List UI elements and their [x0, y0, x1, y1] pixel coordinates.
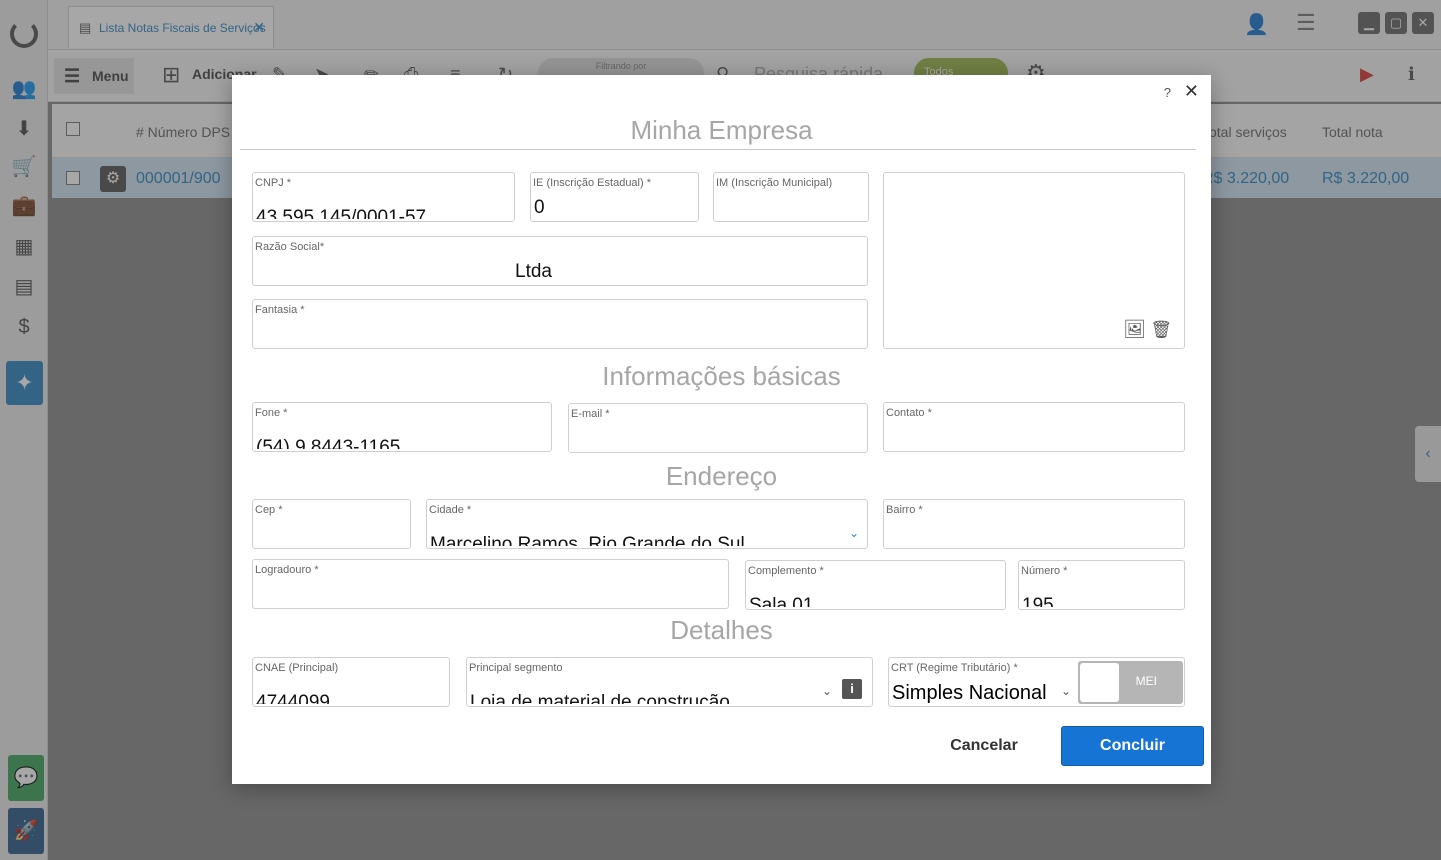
toggle-knob — [1080, 663, 1119, 702]
fantasia-label: Fantasia * — [255, 304, 305, 316]
cep-field[interactable]: Cep * — [252, 499, 411, 549]
crt-label: CRT (Regime Tributário) * — [891, 662, 1018, 674]
fone-field[interactable]: Fone * (54) 9 8443-1165 — [252, 402, 552, 452]
trash-icon[interactable]: 🗑 — [1150, 320, 1172, 340]
logradouro-label: Logradouro * — [255, 564, 319, 576]
crt-value: Simples Nacional — [892, 682, 1047, 704]
cnpj-label: CNPJ * — [255, 177, 292, 189]
crt-select[interactable]: CRT (Regime Tributário) * Simples Nacion… — [888, 657, 1185, 707]
numero-field[interactable]: Número * 195 — [1018, 560, 1185, 610]
segmento-label: Principal segmento — [469, 662, 563, 674]
cnpj-field[interactable]: CNPJ * 43.595.145/0001-57 — [252, 172, 515, 222]
numero-label: Número * — [1021, 565, 1068, 577]
segmento-value: Loja de material de construção — [470, 692, 730, 704]
bairro-label: Bairro * — [886, 504, 923, 516]
bairro-field[interactable]: Bairro * — [883, 499, 1185, 549]
email-field[interactable]: E-mail * — [568, 403, 868, 453]
logo-upload-area[interactable]: 🖼 🗑 — [883, 172, 1185, 349]
chevron-down-icon[interactable]: ⌄ — [822, 684, 832, 698]
cancel-button[interactable]: Cancelar — [932, 734, 1036, 758]
cnae-label: CNAE (Principal) — [255, 662, 339, 674]
ie-field[interactable]: IE (Inscrição Estadual) * 0 — [530, 172, 699, 222]
cidade-value: Marcelino Ramos, Rio Grande do Sul — [430, 534, 745, 546]
image-upload-icon[interactable]: 🖼 — [1123, 319, 1146, 340]
contato-field[interactable]: Contato * — [883, 402, 1185, 452]
chevron-down-icon[interactable]: ⌄ — [849, 526, 859, 540]
cnae-field[interactable]: CNAE (Principal) 4744099 — [252, 657, 450, 707]
fone-label: Fone * — [255, 407, 288, 419]
title-divider — [240, 149, 1196, 150]
info-icon[interactable]: i — [842, 679, 862, 699]
ie-value: 0 — [534, 197, 545, 218]
help-button[interactable]: ? — [1164, 85, 1171, 100]
complemento-label: Complemento * — [748, 565, 824, 577]
section-title-basicas: Informações básicas — [602, 361, 841, 391]
email-label: E-mail * — [571, 408, 610, 420]
cidade-label: Cidade * — [429, 504, 472, 516]
segmento-select[interactable]: Principal segmento Loja de material de c… — [466, 657, 873, 707]
complemento-value: Sala 01 — [749, 595, 814, 607]
complemento-field[interactable]: Complemento * Sala 01 — [745, 560, 1006, 610]
mei-toggle[interactable]: MEI — [1078, 661, 1183, 704]
im-label: IM (Inscrição Municipal) — [716, 177, 833, 189]
razao-value: Ltda — [515, 261, 552, 282]
section-title-endereco: Endereço — [665, 461, 778, 491]
numero-value: 195 — [1022, 595, 1054, 607]
razao-label: Razão Social* — [255, 241, 325, 253]
contato-label: Contato * — [886, 407, 932, 419]
section-title-detalhes: Detalhes — [670, 615, 773, 645]
cidade-select[interactable]: Cidade * Marcelino Ramos, Rio Grande do … — [426, 499, 868, 549]
logradouro-field[interactable]: Logradouro * — [252, 559, 729, 609]
mei-label: MEI — [1135, 674, 1157, 688]
cnpj-value: 43.595.145/0001-57 — [256, 207, 427, 219]
fantasia-field[interactable]: Fantasia * — [252, 299, 868, 349]
chevron-down-icon[interactable]: ⌄ — [1061, 684, 1071, 698]
im-field[interactable]: IM (Inscrição Municipal) — [713, 172, 869, 222]
ie-label: IE (Inscrição Estadual) * — [533, 177, 651, 189]
cnae-value: 4744099 — [256, 692, 330, 704]
section-title-empresa: Minha Empresa — [630, 115, 813, 145]
company-modal: ? ✕ Minha Empresa CNPJ * 43.595.145/0001… — [232, 75, 1211, 784]
cep-label: Cep * — [255, 504, 283, 516]
confirm-button[interactable]: Concluir — [1061, 726, 1204, 766]
razao-social-field[interactable]: Razão Social* Ltda — [252, 236, 868, 286]
fone-value: (54) 9 8443-1165 — [256, 437, 401, 449]
close-modal-button[interactable]: ✕ — [1184, 81, 1199, 102]
